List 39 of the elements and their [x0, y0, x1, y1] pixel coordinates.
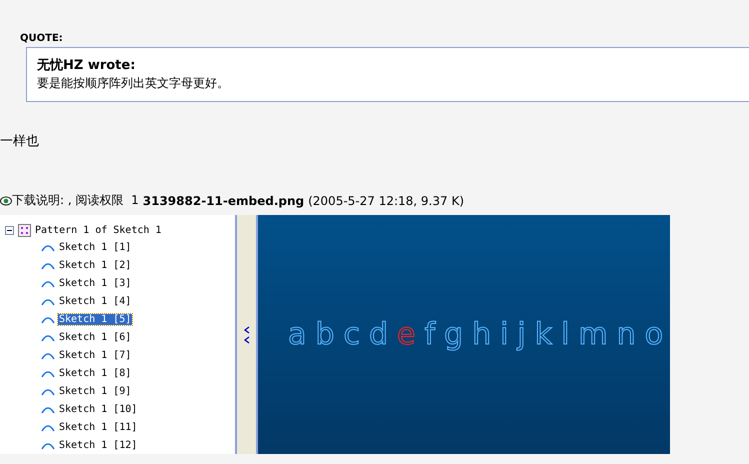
tree-item[interactable]: Sketch 1 [9]	[58, 386, 132, 396]
tree-item[interactable]: Sketch 1 [4]	[58, 296, 132, 306]
outline-letter: e	[396, 317, 416, 352]
outline-letter: c	[343, 317, 360, 352]
outline-letter: b	[315, 317, 334, 352]
eye-icon	[0, 194, 12, 206]
chevron-left-icon	[244, 326, 250, 344]
tree-item[interactable]: Pattern 1 of Sketch 1	[34, 225, 162, 236]
outline-letter: i	[500, 317, 508, 352]
post-text: 一样也	[0, 133, 39, 150]
tree-item[interactable]: Sketch 1 [6]	[58, 332, 132, 342]
attachment-description: 下载说明: , 阅读权限 1	[12, 192, 139, 209]
outline-letter: n	[616, 317, 636, 352]
outline-letter: g	[444, 317, 464, 352]
outline-letter: j	[517, 317, 526, 352]
outline-letter: f	[424, 317, 436, 352]
outline-letter: o	[644, 317, 664, 352]
tree-item[interactable]: Sketch 1 [1]	[58, 242, 132, 252]
tree-item[interactable]: Sketch 1 [3]	[58, 278, 132, 288]
tree-item[interactable]: Sketch 1 [12]	[58, 440, 138, 450]
tree-item[interactable]: Sketch 1 [7]	[58, 350, 132, 360]
attachment-filename[interactable]: 3139882-11-embed.png	[142, 194, 304, 208]
outline-letter: d	[368, 317, 388, 352]
outline-letter: k	[534, 317, 552, 352]
tree-item[interactable]: Sketch 1 [8]	[58, 368, 132, 378]
quote-text: 要是能按顺序阵列出英文字母更好。	[37, 75, 229, 92]
tree-item[interactable]: Sketch 1 [2]	[58, 260, 132, 270]
tree-item[interactable]: Sketch 1 [10]	[58, 404, 138, 414]
outline-letter: m	[578, 317, 608, 352]
quote-label: QUOTE:	[20, 33, 63, 44]
quote-author: 无忧HZ wrote:	[37, 57, 136, 74]
outline-letter: a	[288, 317, 306, 352]
outline-letter: h	[472, 317, 492, 352]
tree-item[interactable]: Sketch 1 [11]	[58, 422, 138, 432]
outline-letter: l	[561, 317, 570, 352]
tree-item[interactable]: Sketch 1 [5]	[58, 314, 132, 324]
pattern-icon	[18, 224, 31, 237]
attachment-meta: (2005-5-27 12:18, 9.37 K)	[308, 194, 464, 208]
collapse-toggle[interactable]	[5, 226, 14, 235]
